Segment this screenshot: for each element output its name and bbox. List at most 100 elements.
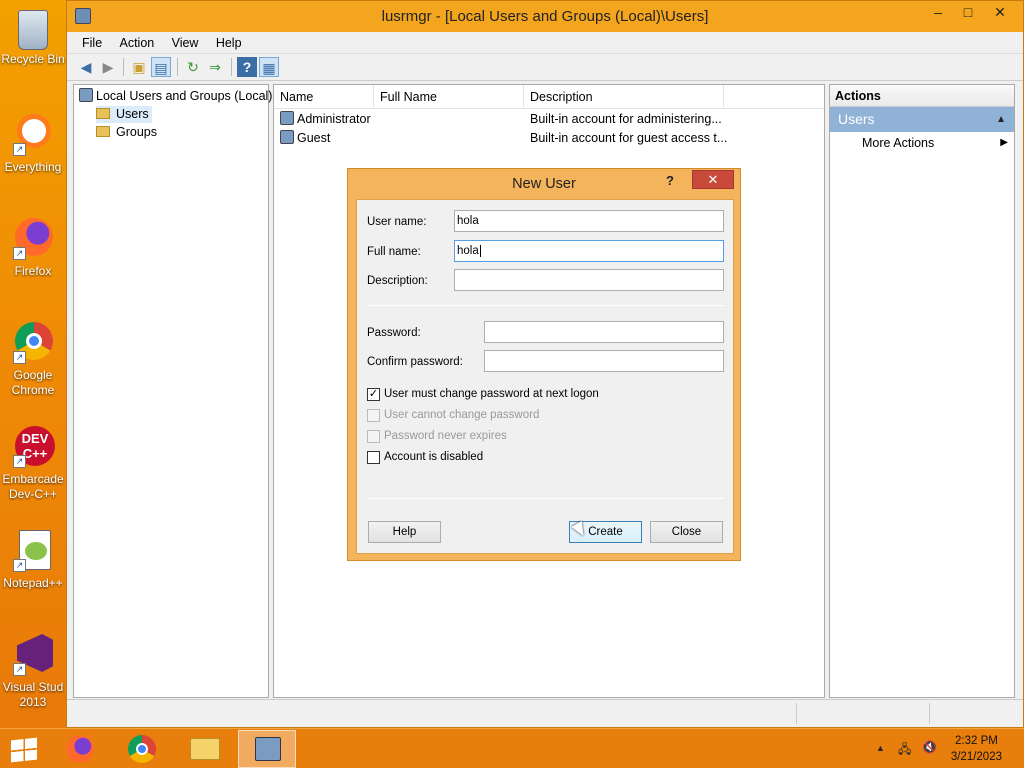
show-hide-action-pane-icon[interactable]: ▦ [259,57,279,77]
menu-bar: File Action View Help [67,32,1023,54]
minimize-button[interactable]: – [923,1,953,23]
menu-file[interactable]: File [75,32,109,54]
desktop-icon-everything[interactable]: ↗ Everything [0,112,66,175]
show-hide-tree-icon[interactable]: ▤ [151,57,171,77]
list-row-guest[interactable]: Guest Built-in account for guest access … [274,129,824,148]
actions-pane: Actions Users ▲ More Actions ▶ [829,84,1015,698]
account-disabled-label[interactable]: Account is disabled [384,450,483,464]
taskbar-clock[interactable]: 2:32 PM 3/21/2023 [951,733,1002,765]
password-label: Password: [367,327,421,339]
taskbar: ▲ 🖧 🔇 2:32 PM 3/21/2023 [0,728,1024,768]
fullname-field[interactable]: hola [454,240,724,262]
description-field[interactable] [454,269,724,291]
computer-users-icon [79,88,93,102]
column-header-full-name[interactable]: Full Name [374,85,524,109]
taskbar-file-explorer[interactable] [176,730,234,768]
shortcut-arrow-icon: ↗ [13,455,26,468]
username-label: User name: [367,216,427,228]
status-cell [929,703,1021,724]
user-icon [280,111,294,125]
desktop-icon-google-chrome[interactable]: ↗ Google Chrome [0,320,66,398]
column-header-description[interactable]: Description [524,85,724,109]
user-icon [280,130,294,144]
desktop-icon-recycle-bin[interactable]: Recycle Bin [0,6,66,67]
dialog-body: User name: hola Full name: hola Descript… [356,199,734,554]
desktop-icon-visual-studio[interactable]: ↗ Visual Stud 2013 [0,632,66,710]
folder-icon [190,738,220,760]
tree-item-groups[interactable]: Groups [96,124,157,141]
status-bar [67,699,1023,727]
start-button[interactable] [0,730,48,768]
show-hidden-icons-icon[interactable]: ▲ [876,743,885,753]
app-icon[interactable] [75,8,91,24]
actions-header: Actions [830,85,1014,107]
password-never-expires-label: Password never expires [384,430,507,442]
windows-logo-icon [11,737,37,763]
volume-muted-icon[interactable]: 🔇 [922,740,937,754]
separator [367,305,724,306]
dev-cpp-icon: DEV C++ ↗ [11,424,55,468]
firefox-icon: ↗ [11,216,55,260]
close-button[interactable]: ✕ [985,1,1015,23]
shortcut-arrow-icon: ↗ [13,351,26,364]
up-folder-icon[interactable]: ▣ [129,57,149,77]
help-icon[interactable]: ? [237,57,257,77]
forward-arrow-icon[interactable]: ▶ [98,57,118,77]
recycle-bin-icon [18,10,48,50]
password-field[interactable] [484,321,724,343]
tree-root-local-users-groups[interactable]: Local Users and Groups (Local) [79,88,272,105]
folder-icon [96,108,110,119]
description-label: Description: [367,275,428,287]
dialog-title-bar[interactable]: New User ? ✕ [348,169,740,197]
taskbar-lusrmgr[interactable] [238,730,296,768]
column-header-name[interactable]: Name [274,85,374,109]
dialog-title: New User [512,176,576,192]
computer-management-icon [255,737,281,761]
menu-help[interactable]: Help [209,32,249,54]
refresh-icon[interactable]: ↻ [183,57,203,77]
status-cell [796,703,929,724]
submenu-arrow-icon: ▶ [1000,137,1008,148]
taskbar-firefox[interactable] [52,730,110,768]
tree-item-users[interactable]: Users [96,106,152,123]
dialog-help-icon[interactable]: ? [660,169,680,193]
close-dialog-button[interactable]: Close [650,521,723,543]
visual-studio-icon: ↗ [11,632,55,676]
more-actions-item[interactable]: More Actions ▶ [830,132,1014,154]
console-tree: Local Users and Groups (Local) Users Gro… [73,84,272,698]
network-icon[interactable]: 🖧 [898,740,911,761]
username-field[interactable]: hola [454,210,724,232]
maximize-button[interactable]: □ [953,1,983,23]
desktop-icon-notepad-plus-plus[interactable]: ↗ Notepad++ [0,528,66,591]
text-caret [479,245,481,257]
clock-time: 2:32 PM [955,735,998,747]
actions-section-users[interactable]: Users ▲ [830,107,1014,132]
shortcut-arrow-icon: ↗ [13,247,26,260]
new-user-dialog: New User ? ✕ User name: hola Full name: … [347,168,741,561]
back-arrow-icon[interactable]: ◀ [76,57,96,77]
desktop-icon-firefox[interactable]: ↗ Firefox [0,216,66,279]
everything-icon: ↗ [11,112,55,156]
shortcut-arrow-icon: ↗ [13,559,26,572]
list-row-administrator[interactable]: Administrator Built-in account for admin… [274,110,824,129]
must-change-password-label[interactable]: User must change password at next logon [384,387,599,401]
help-button[interactable]: Help [368,521,441,543]
confirm-password-field[interactable] [484,350,724,372]
dialog-close-button[interactable]: ✕ [692,170,734,189]
list-column-headers: Name Full Name Description [274,85,824,109]
taskbar-chrome[interactable] [114,730,172,768]
menu-view[interactable]: View [165,32,206,54]
toolbar: ◀ ▶ ▣ ▤ ↻ ⇒ ? ▦ [67,54,1023,81]
desktop: Recycle Bin ↗ Everything ↗ Firefox ↗ Goo… [0,0,66,728]
clock-date: 3/21/2023 [950,751,1002,763]
confirm-password-label: Confirm password: [367,356,463,368]
export-list-icon[interactable]: ⇒ [205,57,225,77]
desktop-icon-dev-cpp[interactable]: DEV C++ ↗ Embarcade Dev-C++ [0,424,66,502]
separator [367,498,724,499]
account-disabled-checkbox[interactable] [367,451,380,464]
must-change-password-checkbox[interactable]: ✓ [367,388,380,401]
menu-action[interactable]: Action [113,32,162,54]
shortcut-arrow-icon: ↗ [13,663,26,676]
collapse-up-icon[interactable]: ▲ [996,107,1006,132]
title-bar[interactable]: lusrmgr - [Local Users and Groups (Local… [67,1,1023,32]
